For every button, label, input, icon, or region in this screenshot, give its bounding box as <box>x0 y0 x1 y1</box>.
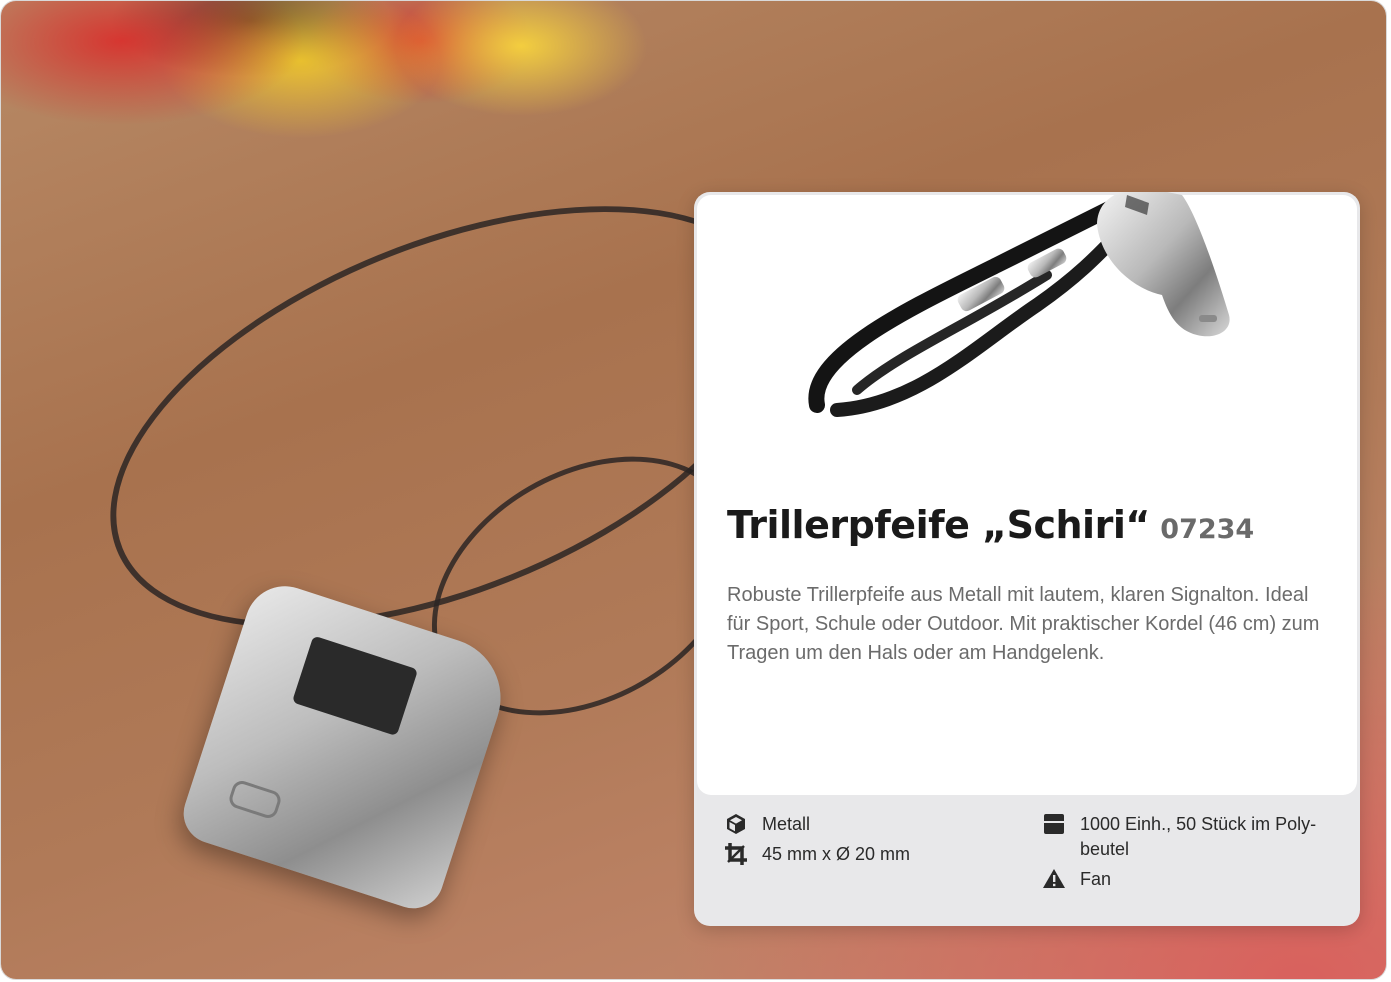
whistle-hole <box>226 778 284 821</box>
product-description: Robuste Trillerpfeife aus Metall mit lau… <box>727 584 1320 664</box>
spec-dimensions-value: 45 mm x Ø 20 mm <box>762 844 911 864</box>
box-icon <box>1044 814 1064 834</box>
title-row: Trillerpfeife „Schiri“ 07234 <box>727 503 1254 547</box>
spec-packaging-value: 1000 Einh., 50 Stück im Poly-beutel <box>1080 814 1317 859</box>
spec-category-value: Fan <box>1080 869 1112 889</box>
product-image <box>808 192 1230 417</box>
product-card-top: Trillerpfeife „Schiri“ 07234 Robuste Tri… <box>697 192 1357 795</box>
spec-packaging: 1000 Einh., 50 Stück im Poly-beutel <box>1042 812 1320 862</box>
product-card: Trillerpfeife „Schiri“ 07234 Robuste Tri… <box>694 192 1360 926</box>
whistle-slot <box>291 635 419 737</box>
product-title: Trillerpfeife „Schiri“ <box>727 503 1150 547</box>
cube-icon <box>727 814 745 834</box>
product-page: Trillerpfeife „Schiri“ 07234 Robuste Tri… <box>0 0 1387 980</box>
spec-dimensions: 45 mm x Ø 20 mm <box>724 842 1002 867</box>
spec-material: Metall <box>724 812 1002 837</box>
spec-category: Fan <box>1042 867 1320 892</box>
spec-material-value: Metall <box>762 814 811 834</box>
product-sku: 07234 <box>1160 514 1255 545</box>
warning-icon <box>1043 869 1065 888</box>
crop-icon <box>725 843 747 865</box>
